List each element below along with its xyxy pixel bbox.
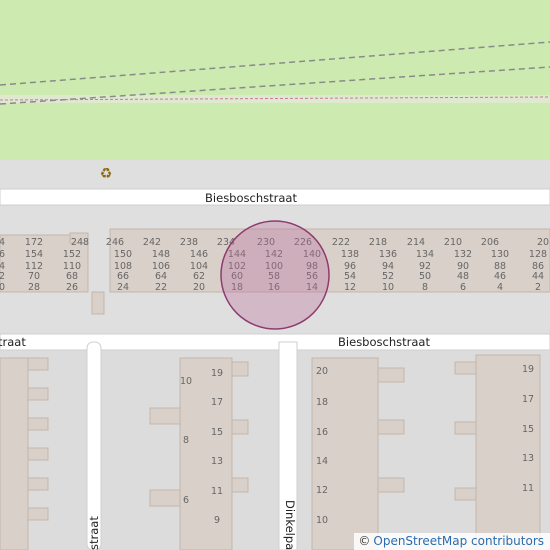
house-number: 0 [0,282,5,293]
house-number: 214 [407,237,425,248]
house-number: 17 [211,397,223,408]
house-number: 11 [211,486,223,497]
park-area [0,0,550,160]
house-number: 128 [529,249,547,260]
house-number: 8 [183,435,189,446]
street-label-vertical-left: straat [87,516,101,550]
house-number: 242 [143,237,161,248]
house-number: 10 [180,376,192,387]
house-number: 132 [454,249,472,260]
house-number: 15 [522,424,534,435]
house-number: 148 [152,249,170,260]
house-number: 130 [491,249,509,260]
house-number: 66 [117,271,129,282]
lower-center-houses [149,357,249,550]
house-number: 246 [106,237,124,248]
house-number: 48 [457,271,469,282]
house-number: 16 [316,427,328,438]
house-number: 136 [379,249,397,260]
house-number: 15 [211,427,223,438]
house-number: 172 [25,237,43,248]
map-canvas[interactable]: ♻ Biesboschstraat 4 172 248 246 242 238 234 230… [0,0,550,550]
house-number: 12 [316,485,328,496]
house-number: 22 [155,282,167,293]
house-number: 20 [193,282,205,293]
house-number: 248 [71,237,89,248]
house-number: 4 [0,237,5,248]
house-number: 12 [344,282,356,293]
house-number: 4 [497,282,503,293]
house-number: 17 [522,394,534,405]
lower-left-houses-far [0,357,49,550]
house-number: 62 [193,271,205,282]
house-number: 13 [522,453,534,464]
street-label-vertical-right: Dinkelpa [283,500,297,550]
house-number: 9 [214,515,220,526]
house-number: 210 [444,237,462,248]
recycling-icon[interactable]: ♻ [100,166,113,182]
street-label-middle: Biesboschstraat [338,335,430,349]
house-number: 13 [211,456,223,467]
house-number: 14 [316,456,328,467]
house-number: 46 [494,271,506,282]
house-number: 10 [316,515,328,526]
house-number: 134 [416,249,434,260]
house-number: 24 [117,282,129,293]
house-number: 6 [460,282,466,293]
house-number: 11 [522,483,534,494]
house-number: 218 [369,237,387,248]
house-number: 52 [382,271,394,282]
location-marker[interactable] [220,220,330,330]
house-number: 206 [481,237,499,248]
house-number: 152 [63,249,81,260]
house-number: 154 [25,249,43,260]
house-number: 28 [28,282,40,293]
house-number: 19 [522,364,534,375]
house-number: 54 [344,271,356,282]
house-number: 18 [316,397,328,408]
copyright-symbol: © [358,534,371,548]
street-label-top: Biesboschstraat [205,191,297,205]
house-number: 138 [341,249,359,260]
house-number: 222 [332,237,350,248]
osm-contributors-link[interactable]: OpenStreetMap contributors [373,534,544,548]
house-number: 238 [180,237,198,248]
house-number: 8 [422,282,428,293]
house-number: 64 [155,271,167,282]
residential-area-top [0,160,550,190]
house-number: 44 [532,271,544,282]
svg-text:♻: ♻ [100,166,113,182]
house-number: 20 [537,237,549,248]
house-number: 19 [211,368,223,379]
house-number: 6 [0,249,5,260]
house-number: 20 [316,366,328,377]
street-middle[interactable] [0,333,550,351]
house-number: 146 [190,249,208,260]
house-number: 68 [66,271,78,282]
attribution-bar: © OpenStreetMap contributors [354,533,550,550]
house-number: 2 [0,271,5,282]
house-number: 26 [66,282,78,293]
house-number: 150 [114,249,132,260]
house-number: 2 [535,282,541,293]
house-number: 50 [419,271,431,282]
street-label-left-partial: traat [0,335,26,349]
house-number: 10 [382,282,394,293]
house-number: 70 [28,271,40,282]
house-number: 6 [183,495,189,506]
lower-right-houses [311,354,541,550]
